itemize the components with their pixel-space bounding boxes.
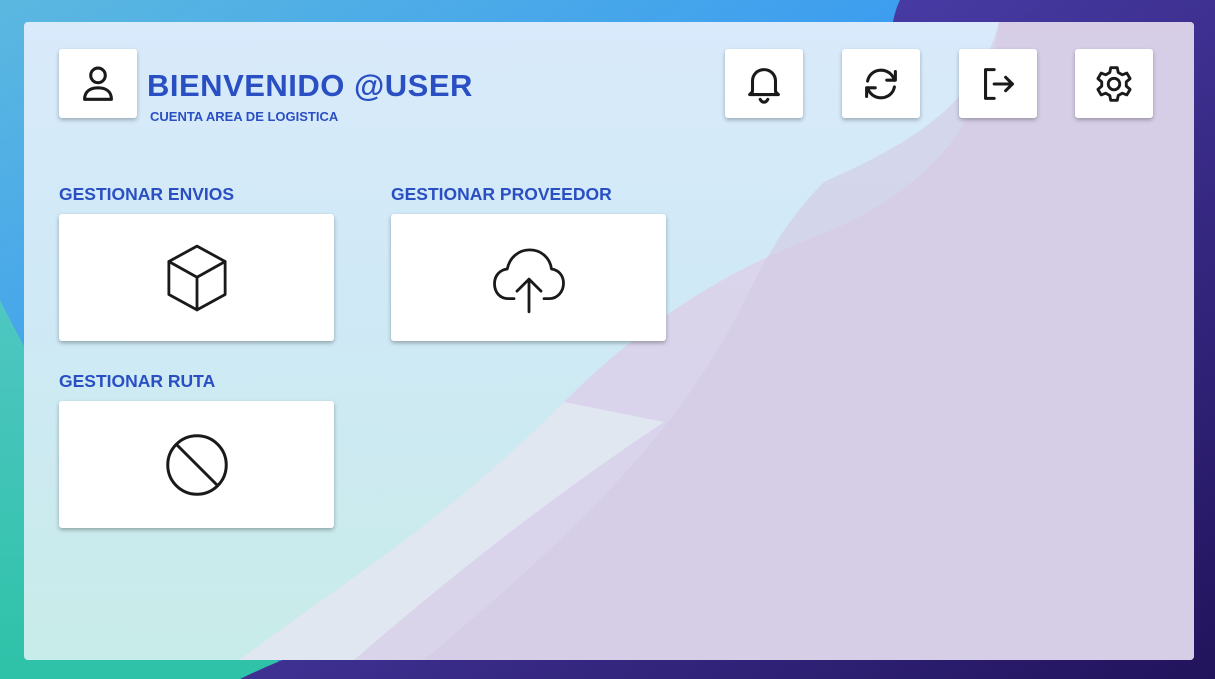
- notifications-button[interactable]: [725, 49, 803, 118]
- section-label-envios: GESTIONAR ENVIOS: [59, 184, 235, 204]
- manage-route-card[interactable]: [59, 401, 334, 528]
- logout-icon: [984, 67, 1014, 100]
- cloud-upload-icon: [492, 247, 565, 313]
- settings-button[interactable]: [1075, 49, 1153, 118]
- section-label-proveedor: GESTIONAR PROVEEDOR: [391, 184, 612, 204]
- page-title: BIENVENIDO @USER: [147, 68, 473, 103]
- manage-supplier-card[interactable]: [391, 214, 666, 341]
- gear-icon: [1096, 65, 1132, 102]
- box-icon: [166, 244, 227, 311]
- refresh-button[interactable]: [842, 49, 920, 118]
- profile-button[interactable]: [59, 49, 137, 118]
- bell-icon: [748, 67, 780, 104]
- refresh-icon: [865, 68, 897, 99]
- ban-icon: [165, 433, 228, 496]
- account-subtitle: CUENTA AREA DE LOGISTICA: [150, 109, 339, 124]
- section-label-ruta: GESTIONAR RUTA: [59, 371, 216, 391]
- manage-shipments-card[interactable]: [59, 214, 334, 341]
- user-icon: [83, 66, 113, 101]
- logout-button[interactable]: [959, 49, 1037, 118]
- main-panel: BIENVENIDO @USER CUENTA AREA DE LOGISTIC…: [24, 22, 1194, 660]
